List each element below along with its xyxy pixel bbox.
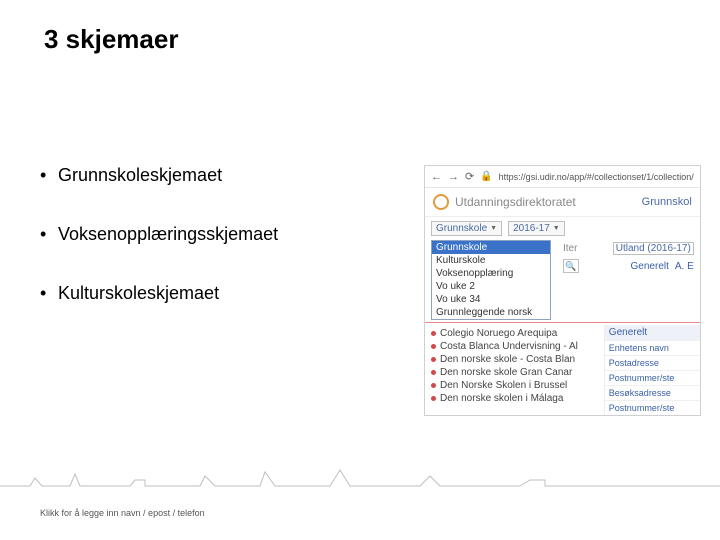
list-item-label: Den norske skole Gran Canar (440, 367, 572, 378)
list-item[interactable]: Den norske skole Gran Canar (431, 366, 604, 379)
slide: 3 skjemaer Grunnskoleskjemaet Voksenoppl… (0, 0, 720, 540)
brand-section: Grunnskol (642, 196, 692, 208)
list-item[interactable]: Den norske skolen i Málaga (431, 392, 604, 405)
details-panel: Generelt Enhetens navn Postadresse Postn… (604, 325, 700, 415)
list-item-label: Den Norske Skolen i Brussel (440, 380, 567, 391)
content-row: Grunnskoleskjemaet Voksenopplæringsskjem… (44, 165, 680, 416)
bullet-dot-icon (431, 396, 436, 401)
list-item-label: Costa Blanca Undervisning - Al (440, 341, 578, 352)
bullet-dot-icon (431, 331, 436, 336)
year-select-value: 2016-17 (513, 223, 550, 234)
bullet-item: Grunnskoleskjemaet (58, 165, 414, 186)
list-item[interactable]: Costa Blanca Undervisning - Al (431, 340, 604, 353)
utland-chip[interactable]: Utland (2016-17) (613, 242, 694, 255)
dropdown-item-selected[interactable]: Grunnskole (432, 241, 550, 254)
chevron-down-icon: ▼ (490, 225, 497, 232)
list-item[interactable]: Den norske skole - Costa Blan (431, 353, 604, 366)
dropdown-item[interactable]: Voksenopplæring (432, 267, 550, 280)
list-item[interactable]: Den Norske Skolen i Brussel (431, 379, 604, 392)
controls-row: Grunnskole ▼ 2016-17 ▼ (425, 217, 700, 240)
details-label: Postnummer/ste (605, 400, 700, 415)
browser-screenshot: ← → ⟳ 🔒 https://gsi.udir.no/app/#/collec… (424, 165, 701, 416)
details-label: Enhetens navn (605, 340, 700, 355)
brand-logo-icon (433, 194, 449, 210)
results-area: Colegio Noruego Arequipa Costa Blanca Un… (425, 325, 700, 415)
forward-icon[interactable]: → (448, 171, 459, 183)
brand-name: Utdanningsdirektoratet (455, 195, 576, 209)
bullet-list: Grunnskoleskjemaet Voksenopplæringsskjem… (44, 165, 414, 342)
details-header: Generelt (605, 325, 700, 340)
footer-skyline (0, 464, 720, 492)
filter-text: Iter (563, 243, 577, 254)
search-input[interactable]: 🔍 (563, 259, 579, 273)
bullet-item: Kulturskoleskjemaet (58, 283, 414, 304)
tab-a-e[interactable]: A. E (675, 261, 694, 272)
tab-generelt[interactable]: Generelt (631, 261, 669, 272)
bullet-dot-icon (431, 383, 436, 388)
list-item-label: Den norske skolen i Málaga (440, 393, 563, 404)
category-select-value: Grunnskole (436, 223, 487, 234)
search-icon: 🔍 (565, 261, 576, 272)
bullet-dot-icon (431, 370, 436, 375)
category-dropdown[interactable]: Grunnskole Kulturskole Voksenopplæring V… (431, 240, 551, 320)
dropdown-item[interactable]: Kulturskole (432, 254, 550, 267)
list-item-label: Den norske skole - Costa Blan (440, 354, 575, 365)
back-icon[interactable]: ← (431, 171, 442, 183)
divider (425, 322, 700, 323)
browser-toolbar: ← → ⟳ 🔒 https://gsi.udir.no/app/#/collec… (425, 166, 700, 188)
list-item[interactable]: Colegio Noruego Arequipa (431, 327, 604, 340)
address-bar[interactable]: https://gsi.udir.no/app/#/collectionset/… (499, 172, 694, 182)
details-label: Postnummer/ste (605, 370, 700, 385)
filter-row: Iter Utland (2016-17) (557, 240, 700, 257)
bullet-dot-icon (431, 344, 436, 349)
category-select[interactable]: Grunnskole ▼ (431, 221, 502, 236)
list-item-label: Colegio Noruego Arequipa (440, 328, 557, 339)
reload-icon[interactable]: ⟳ (465, 170, 474, 183)
dropdown-item[interactable]: Grunnleggende norsk (432, 306, 550, 319)
year-select[interactable]: 2016-17 ▼ (508, 221, 565, 236)
chevron-down-icon: ▼ (553, 225, 560, 232)
brand-row: Utdanningsdirektoratet Grunnskol (425, 188, 700, 217)
dropdown-item[interactable]: Vo uke 34 (432, 293, 550, 306)
results-list: Colegio Noruego Arequipa Costa Blanca Un… (425, 325, 604, 415)
details-label: Postadresse (605, 355, 700, 370)
slide-title: 3 skjemaer (44, 24, 680, 55)
details-label: Besøksadresse (605, 385, 700, 400)
lock-icon: 🔒 (480, 171, 492, 182)
bullet-dot-icon (431, 357, 436, 362)
search-row: 🔍 Generelt A. E (557, 257, 700, 275)
dropdown-item[interactable]: Vo uke 2 (432, 280, 550, 293)
presenter-note[interactable]: Klikk for å legge inn navn / epost / tel… (40, 508, 205, 518)
bullet-item: Voksenopplæringsskjemaet (58, 224, 414, 245)
